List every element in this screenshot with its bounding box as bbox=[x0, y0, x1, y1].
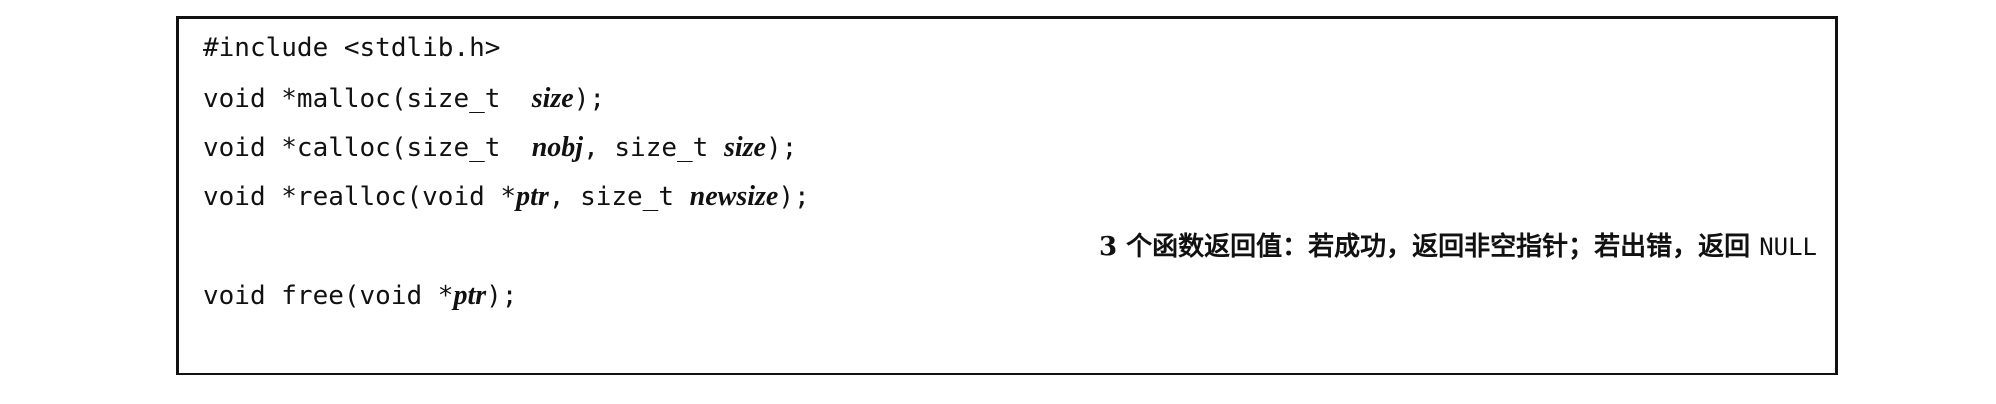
calloc-prefix: void *calloc(size_t bbox=[203, 133, 532, 163]
malloc-prototype: void *malloc(size_t size); bbox=[203, 83, 606, 115]
calloc-arg-size: size bbox=[723, 132, 766, 163]
free-prefix: void free(void * bbox=[203, 281, 454, 311]
return-null-token: NULL bbox=[1759, 233, 1817, 261]
malloc-arg-size: size bbox=[531, 83, 574, 114]
free-arg-ptr: ptr bbox=[453, 280, 487, 311]
realloc-prototype: void *realloc(void *ptr, size_t newsize)… bbox=[203, 181, 810, 213]
function-prototype-box: #include <stdlib.h> void *malloc(size_t … bbox=[176, 16, 1838, 375]
realloc-prefix: void *realloc(void * bbox=[203, 182, 517, 212]
malloc-prefix: void *malloc(size_t bbox=[203, 84, 532, 114]
calloc-arg-nobj: nobj bbox=[531, 132, 584, 163]
return-value-text: 3 个函数返回值：若成功，返回非空指针；若出错，返回 bbox=[1099, 232, 1760, 262]
realloc-suffix: ); bbox=[778, 182, 810, 212]
include-text: #include <stdlib.h> bbox=[203, 33, 501, 63]
malloc-suffix: ); bbox=[573, 84, 606, 114]
free-prototype: void free(void *ptr); bbox=[203, 280, 518, 312]
calloc-middle: , size_t bbox=[583, 133, 724, 163]
realloc-arg-newsize: newsize bbox=[689, 181, 779, 212]
calloc-prototype: void *calloc(size_t nobj, size_t size); bbox=[203, 132, 798, 164]
free-suffix: ); bbox=[486, 281, 518, 311]
realloc-arg-ptr: ptr bbox=[516, 181, 549, 212]
realloc-middle: , size_t bbox=[548, 182, 690, 212]
include-line: #include <stdlib.h> bbox=[203, 33, 500, 63]
calloc-suffix: ); bbox=[765, 133, 798, 163]
return-value-note: 3 个函数返回值：若成功，返回非空指针；若出错，返回 NULL bbox=[1099, 232, 1817, 262]
